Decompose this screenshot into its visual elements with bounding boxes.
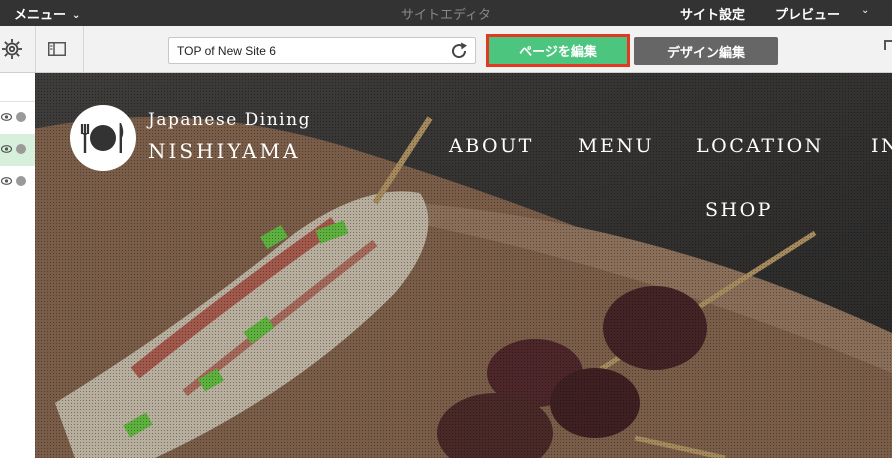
- plate-utensils-logo-icon[interactable]: [69, 104, 137, 172]
- site-settings-button[interactable]: サイト設定: [680, 4, 745, 23]
- panel-toggle-icon[interactable]: [48, 42, 66, 56]
- layer-panel-header: [0, 73, 35, 102]
- edit-design-button[interactable]: デザイン編集: [634, 37, 778, 65]
- nav-link-menu[interactable]: MENU: [578, 135, 654, 157]
- layer-row-selected[interactable]: [0, 134, 35, 166]
- status-dot-icon: [16, 112, 26, 122]
- page-title-input[interactable]: [177, 42, 437, 60]
- nav-link-location[interactable]: LOCATION: [696, 135, 824, 157]
- editor-toolbar: ページを編集 デザイン編集: [0, 26, 892, 73]
- eye-icon[interactable]: [1, 113, 12, 121]
- nav-link-shop[interactable]: SHOP: [705, 199, 773, 221]
- gear-icon[interactable]: [0, 37, 26, 61]
- app-title: サイトエディタ: [400, 8, 492, 23]
- hero-background-image: [35, 73, 892, 458]
- collapse-corner-icon[interactable]: [884, 40, 892, 50]
- site-preview-canvas[interactable]: Japanese Dining NISHIYAMA ABOUT MENU LOC…: [35, 73, 892, 458]
- eye-icon[interactable]: [1, 145, 12, 153]
- brand-tagline: Japanese Dining: [148, 110, 311, 130]
- nav-link-truncated[interactable]: IN: [871, 135, 892, 157]
- status-dot-icon: [16, 144, 26, 154]
- reload-icon[interactable]: [449, 41, 469, 61]
- page-url-field: [168, 37, 476, 64]
- layer-row[interactable]: [0, 102, 35, 134]
- edit-page-button[interactable]: ページを編集: [486, 34, 630, 67]
- preview-button[interactable]: プレビュー: [775, 4, 840, 23]
- toolbar-divider: [35, 26, 36, 72]
- top-bar: メニュー ⌄ サイトエディタ サイト設定 プレビュー ⌄: [0, 0, 892, 26]
- layer-row[interactable]: [0, 166, 35, 198]
- status-dot-icon: [16, 176, 26, 186]
- eye-icon[interactable]: [1, 177, 12, 185]
- brand-name[interactable]: NISHIYAMA: [148, 139, 300, 163]
- nav-link-about[interactable]: ABOUT: [449, 135, 534, 157]
- toolbar-divider: [83, 26, 84, 72]
- chevron-down-icon[interactable]: ⌄: [861, 5, 869, 16]
- layer-panel: [0, 73, 36, 458]
